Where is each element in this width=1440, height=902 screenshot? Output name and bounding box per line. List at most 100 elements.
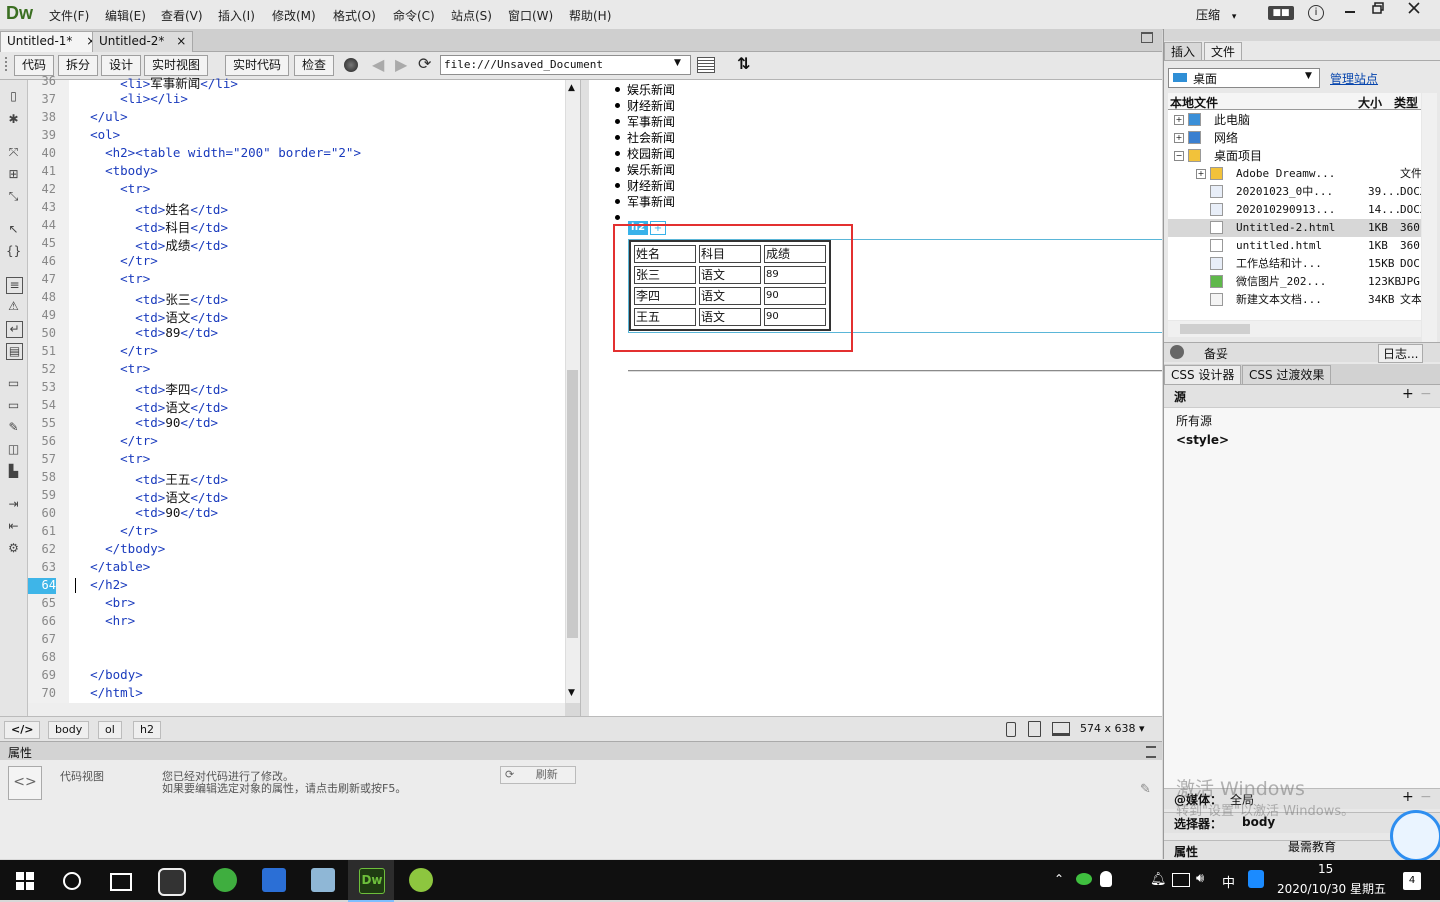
code-line[interactable]: <ol> bbox=[75, 127, 120, 142]
code-horizontal-scrollbar[interactable] bbox=[28, 703, 565, 716]
code-line[interactable]: <td>90</td> bbox=[75, 415, 218, 430]
files-tree[interactable]: + 此电脑 + 网络 − 桌面项目 + Adobe Dreamw... 文件 20201023_0… bbox=[1168, 110, 1421, 320]
collapse-tag-icon[interactable]: ⊞ bbox=[6, 167, 21, 182]
remove-media-icon[interactable]: − bbox=[1420, 789, 1432, 805]
code-line[interactable]: <td>90</td> bbox=[75, 505, 218, 520]
files-horizontal-scrollbar[interactable] bbox=[1168, 321, 1421, 337]
chevron-up-icon[interactable]: ⌃ bbox=[1054, 872, 1064, 886]
file-row[interactable]: 微信图片_202... 123KB JPG bbox=[1168, 273, 1421, 291]
file-row[interactable]: 新建文本文档... 34KB 文本 bbox=[1168, 291, 1421, 309]
code-line[interactable]: </body> bbox=[75, 667, 143, 682]
col-size[interactable]: 大小 bbox=[1358, 94, 1382, 111]
code-line[interactable]: </table> bbox=[75, 559, 150, 574]
restore-doc-icon[interactable] bbox=[1141, 32, 1153, 43]
manage-sites-link[interactable]: 管理站点 bbox=[1330, 70, 1378, 87]
word-wrap-icon[interactable]: ↵ bbox=[6, 321, 23, 338]
code-line[interactable]: <li></li> bbox=[75, 91, 188, 106]
code-line[interactable]: <td>科目</td> bbox=[75, 217, 228, 236]
list-item[interactable]: 娱乐新闻 bbox=[614, 81, 675, 98]
location-select[interactable]: 桌面 ▼ bbox=[1168, 68, 1320, 88]
code-line[interactable]: </tr> bbox=[75, 523, 158, 538]
tab-css-transitions[interactable]: CSS 过渡效果 bbox=[1242, 365, 1332, 384]
workspace-switcher[interactable]: 压缩 ▾ bbox=[1196, 6, 1236, 23]
globe-icon[interactable] bbox=[344, 58, 358, 72]
code-line[interactable]: <tr> bbox=[75, 451, 150, 466]
outdent-icon[interactable]: ⇤ bbox=[6, 519, 21, 534]
back-icon[interactable]: ◀ bbox=[372, 55, 384, 74]
code-line[interactable]: </tr> bbox=[75, 253, 158, 268]
code-tag-icon[interactable]: </> bbox=[4, 721, 41, 739]
wps-icon[interactable] bbox=[262, 868, 286, 892]
action-center-icon[interactable]: 4 bbox=[1403, 872, 1421, 890]
close-button[interactable] bbox=[1396, 0, 1432, 22]
remove-source-icon[interactable]: − bbox=[1420, 386, 1432, 402]
code-line[interactable]: <td>李四</td> bbox=[75, 379, 228, 398]
connect-icon[interactable] bbox=[1170, 345, 1184, 359]
notification-bell-icon[interactable]: 🔔︎ bbox=[1150, 872, 1167, 887]
syntax-coloring-icon[interactable]: ▤ bbox=[6, 343, 23, 360]
refresh-icon[interactable]: ⟳ bbox=[418, 54, 431, 73]
code-line[interactable]: </tr> bbox=[75, 433, 158, 448]
menu-file[interactable]: 文件(F) bbox=[49, 7, 89, 24]
qq-icon[interactable] bbox=[1100, 871, 1112, 887]
move-css-icon[interactable]: ▙ bbox=[6, 464, 21, 479]
code-line[interactable]: <td>语文</td> bbox=[75, 397, 228, 416]
code-line[interactable]: <h2><table width="200" border="2"> bbox=[75, 145, 361, 160]
search-icon[interactable] bbox=[63, 872, 81, 890]
code-line[interactable]: </tr> bbox=[75, 343, 158, 358]
balance-braces-icon[interactable]: {} bbox=[6, 244, 21, 259]
remove-comment-icon[interactable]: ▭ bbox=[6, 398, 21, 413]
browser-icon[interactable] bbox=[213, 868, 237, 892]
code-line[interactable]: <td>张三</td> bbox=[75, 289, 228, 308]
forward-icon[interactable]: ▶ bbox=[395, 55, 407, 74]
menu-commands[interactable]: 命令(C) bbox=[393, 7, 435, 24]
ime-indicator[interactable]: 中 bbox=[1222, 872, 1235, 891]
network-icon[interactable] bbox=[1172, 873, 1190, 887]
list-item[interactable]: 军事新闻 bbox=[614, 193, 675, 210]
tab-insert[interactable]: 插入 bbox=[1164, 42, 1203, 61]
file-row[interactable]: untitled.html 1KB 360 bbox=[1168, 237, 1421, 255]
tab-css-designer[interactable]: CSS 设计器 bbox=[1164, 365, 1242, 384]
desktop-size-icon[interactable] bbox=[1052, 722, 1070, 736]
file-management-icon[interactable]: ⇅ bbox=[737, 54, 750, 73]
file-row[interactable]: + 此电脑 bbox=[1168, 111, 1421, 129]
code-line[interactable]: <td>89</td> bbox=[75, 325, 218, 340]
add-source-icon[interactable]: + bbox=[1402, 386, 1414, 402]
mobile-size-icon[interactable] bbox=[1006, 722, 1016, 737]
window-size-select[interactable]: 574 x 638 ▾ bbox=[1080, 722, 1145, 735]
file-row[interactable]: + Adobe Dreamw... 文件 bbox=[1168, 165, 1421, 183]
menu-view[interactable]: 查看(V) bbox=[161, 7, 203, 24]
code-line[interactable]: <tr> bbox=[75, 271, 150, 286]
code-line[interactable]: <hr> bbox=[75, 613, 135, 628]
line-numbers-icon[interactable]: ≡ bbox=[6, 277, 23, 294]
code-line[interactable]: <td>姓名</td> bbox=[75, 199, 228, 218]
info-icon[interactable]: i bbox=[1308, 5, 1324, 21]
expand-toggle-icon[interactable]: − bbox=[1174, 151, 1184, 161]
edit-icon[interactable]: ✎ bbox=[1140, 782, 1151, 797]
inspect-button[interactable]: 检查 bbox=[294, 55, 335, 76]
highlight-invalid-icon[interactable]: ⚠ bbox=[6, 299, 21, 314]
scroll-up-icon[interactable]: ▲ bbox=[568, 83, 575, 93]
chevron-down-icon[interactable]: ▼ bbox=[674, 58, 681, 68]
open-documents-icon[interactable]: ▯ bbox=[6, 89, 21, 104]
wrap-tag-icon[interactable]: ✎ bbox=[6, 420, 21, 435]
file-row[interactable]: + 网络 bbox=[1168, 129, 1421, 147]
code-line[interactable]: <td>成绩</td> bbox=[75, 235, 228, 254]
code-line[interactable]: <li>军事新闻</li> bbox=[75, 73, 238, 92]
tab-untitled-1[interactable]: Untitled-1* × bbox=[0, 31, 104, 52]
code-line[interactable]: <br> bbox=[75, 595, 135, 610]
recent-snippets-icon[interactable]: ◫ bbox=[6, 442, 21, 457]
col-type[interactable]: 类型 bbox=[1394, 94, 1418, 111]
list-item[interactable]: 财经新闻 bbox=[614, 97, 675, 114]
code-view-button[interactable]: 代码 bbox=[14, 55, 55, 76]
files-vertical-scrollbar[interactable] bbox=[1422, 93, 1437, 353]
file-row[interactable]: 工作总结和计... 15KB DOC bbox=[1168, 255, 1421, 273]
code-line[interactable]: </html> bbox=[75, 685, 143, 700]
expand-toggle-icon[interactable]: + bbox=[1174, 133, 1184, 143]
task-view-icon[interactable] bbox=[110, 873, 132, 891]
menu-format[interactable]: 格式(O) bbox=[333, 7, 376, 24]
panel-menu-icon[interactable] bbox=[1146, 746, 1156, 758]
list-item[interactable]: 财经新闻 bbox=[614, 177, 675, 194]
tablet-size-icon[interactable] bbox=[1028, 721, 1041, 737]
tag-selector-body[interactable]: body bbox=[48, 721, 90, 739]
